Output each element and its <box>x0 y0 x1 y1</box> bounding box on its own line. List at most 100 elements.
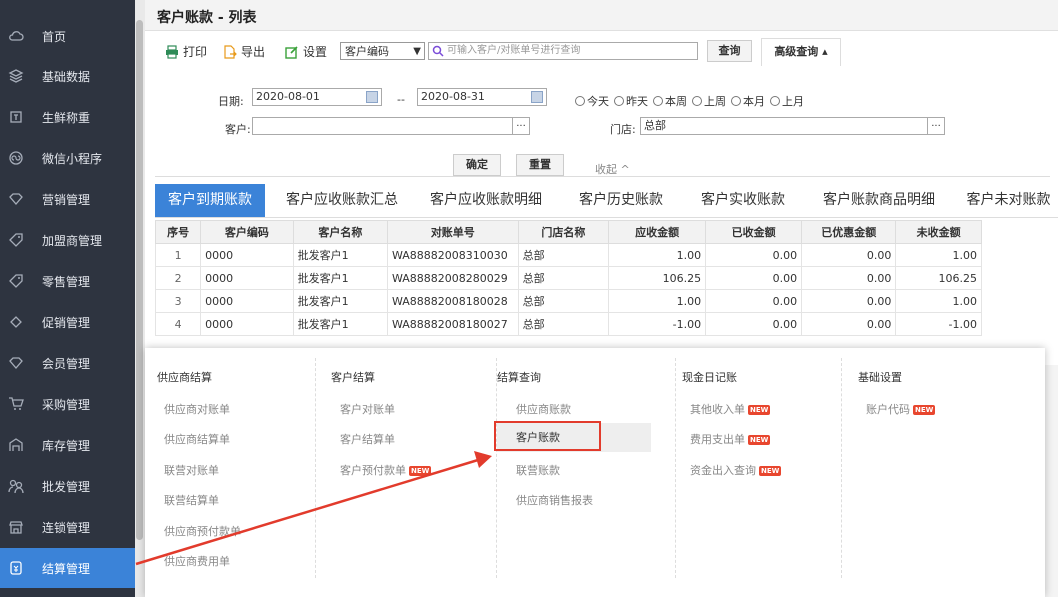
sidebar-item-retail[interactable]: 零售管理 <box>0 261 135 301</box>
radio-label: 本周 <box>665 95 687 108</box>
radio-circle <box>770 96 780 106</box>
cell-customer-code: 0000 <box>200 266 294 290</box>
sidebar-item-promotion[interactable]: 促销管理 <box>0 302 135 342</box>
menu-item-label: 资金出入查询 <box>690 464 756 477</box>
menu-item-supplier-prepayment[interactable]: 供应商预付款单 <box>164 523 241 539</box>
table-row[interactable]: 1 0000 批发客户1 WA88882008310030 总部 1.00 0.… <box>154 243 982 267</box>
calendar-icon[interactable] <box>366 91 378 103</box>
customer-input[interactable]: ... <box>252 117 530 135</box>
menu-item-supplier-accounts[interactable]: 供应商账款 <box>516 401 571 417</box>
tab-receivable-summary[interactable]: 客户应收账款汇总 <box>277 184 407 217</box>
menu-item-joint-accounts[interactable]: 联营账款 <box>516 462 560 478</box>
search-input[interactable]: 可输入客户/对账单号进行查询 <box>428 42 698 60</box>
query-button[interactable]: 查询 <box>707 40 752 62</box>
tab-receivable-detail[interactable]: 客户应收账款明细 <box>421 184 551 217</box>
menu-item-supplier-statement[interactable]: 供应商对账单 <box>164 401 230 417</box>
sidebar-item-inventory[interactable]: 库存管理 <box>0 425 135 465</box>
export-icon <box>224 44 237 59</box>
date-from-input[interactable]: 2020-08-01 <box>252 88 382 106</box>
cell-index: 3 <box>154 289 202 313</box>
radio-last-month[interactable]: 上月 <box>770 93 804 109</box>
cell-receivable: 106.25 <box>608 266 707 290</box>
cell-statement-no: WA88882008180027 <box>387 312 519 336</box>
menu-item-expense-bill[interactable]: 费用支出单 NEW <box>690 431 771 447</box>
radio-this-month[interactable]: 本月 <box>731 93 765 109</box>
advanced-query-button[interactable]: 高级查询 ▴ <box>761 38 841 66</box>
tab-unreconciled[interactable]: 客户未对账款 <box>959 184 1058 217</box>
new-badge: NEW <box>913 405 936 415</box>
tab-goods-detail[interactable]: 客户账款商品明细 <box>811 184 947 217</box>
menu-item-joint-settlement[interactable]: 联营结算单 <box>164 492 219 508</box>
confirm-button[interactable]: 确定 <box>453 154 501 176</box>
collapse-toggle[interactable]: 收起 ^ <box>595 161 630 177</box>
page-title: 客户账款 - 列表 <box>157 10 257 26</box>
table-row[interactable]: 2 0000 批发客户1 WA88882008280029 总部 106.25 … <box>154 266 982 290</box>
col-header[interactable]: 对账单号 <box>387 220 519 244</box>
radio-this-week[interactable]: 本周 <box>653 93 687 109</box>
settings-button[interactable]: 设置 <box>285 43 327 60</box>
col-header[interactable]: 客户编码 <box>200 220 294 244</box>
menu-item-supplier-sales-report[interactable]: 供应商销售报表 <box>516 492 593 508</box>
date-to-input[interactable]: 2020-08-31 <box>417 88 547 106</box>
sidebar-item-purchasing[interactable]: 采购管理 <box>0 384 135 424</box>
store-input[interactable]: 总部 ... <box>640 117 945 135</box>
cell-receivable: -1.00 <box>608 312 707 336</box>
search-field-select[interactable]: 客户编码 ▼ <box>340 42 425 60</box>
cell-received: 0.00 <box>705 312 803 336</box>
col-header[interactable]: 门店名称 <box>517 220 610 244</box>
menu-column-settlement-query: 结算查询 供应商账款 客户账款 联营账款 供应商销售报表 <box>497 348 675 588</box>
menu-item-other-income[interactable]: 其他收入单 NEW <box>690 401 771 417</box>
tab-customer-due[interactable]: 客户到期账款 <box>155 184 265 217</box>
col-header[interactable]: 未收金额 <box>895 220 982 244</box>
col-header[interactable]: 已收金额 <box>705 220 803 244</box>
sidebar-item-basic-data[interactable]: 基础数据 <box>0 56 135 96</box>
col-header[interactable]: 已优惠金额 <box>801 220 897 244</box>
radio-yesterday[interactable]: 昨天 <box>614 93 648 109</box>
menu-item-customer-prepayment[interactable]: 客户预付款单 NEW <box>340 462 432 478</box>
menu-item-supplier-expense[interactable]: 供应商费用单 <box>164 553 230 569</box>
col-header[interactable]: 客户名称 <box>292 220 389 244</box>
menu-item-joint-statement[interactable]: 联营对账单 <box>164 462 219 478</box>
tag-icon <box>8 273 24 289</box>
filter-panel: 日期: 2020-08-01 -- 2020-08-31 今天 昨天 本周 上周… <box>155 76 1050 177</box>
customer-picker-button[interactable]: ... <box>512 118 529 134</box>
sidebar-item-wechat-mini-program[interactable]: 微信小程序 <box>0 138 135 178</box>
col-header[interactable]: 序号 <box>154 220 202 244</box>
menu-item-customer-statement[interactable]: 客户对账单 <box>340 401 395 417</box>
cell-customer-code: 0000 <box>200 312 294 336</box>
radio-last-week[interactable]: 上周 <box>692 93 726 109</box>
menu-item-account-code[interactable]: 账户代码 NEW <box>866 401 936 417</box>
menu-item-supplier-settlement-bill[interactable]: 供应商结算单 <box>164 431 230 447</box>
print-button[interactable]: 打印 <box>165 43 207 60</box>
cell-customer-name: 批发客户1 <box>292 289 389 313</box>
store-picker-button[interactable]: ... <box>927 118 944 134</box>
reset-button[interactable]: 重置 <box>516 154 564 176</box>
table-row[interactable]: 3 0000 批发客户1 WA88882008180028 总部 1.00 0.… <box>154 289 982 313</box>
search-placeholder: 可输入客户/对账单号进行查询 <box>447 45 581 56</box>
sidebar-item-home[interactable]: 首页 <box>0 16 135 56</box>
sidebar-item-marketing[interactable]: 营销管理 <box>0 179 135 219</box>
menu-column-title: 基础设置 <box>858 371 902 384</box>
cart-icon <box>8 396 24 412</box>
cell-customer-name: 批发客户1 <box>292 243 389 267</box>
radio-today[interactable]: 今天 <box>575 93 609 109</box>
table-row[interactable]: 4 0000 批发客户1 WA88882008180027 总部 -1.00 0… <box>154 312 982 336</box>
tab-history[interactable]: 客户历史账款 <box>567 184 675 217</box>
sidebar-item-franchise[interactable]: 加盟商管理 <box>0 220 135 260</box>
sidebar-item-chain[interactable]: 连锁管理 <box>0 507 135 547</box>
tab-actual-received[interactable]: 客户实收账款 <box>689 184 797 217</box>
col-header[interactable]: 应收金额 <box>608 220 707 244</box>
sidebar-item-fresh-weighing[interactable]: 生鲜称重 <box>0 97 135 137</box>
sidebar-item-settlement[interactable]: 结算管理 <box>0 548 135 588</box>
menu-item-customer-settlement-bill[interactable]: 客户结算单 <box>340 431 395 447</box>
scrollbar-thumb[interactable] <box>136 20 143 540</box>
export-button[interactable]: 导出 <box>223 43 265 60</box>
accounts-table: 序号 客户编码 客户名称 对账单号 门店名称 应收金额 已收金额 已优惠金额 未… <box>154 220 982 336</box>
sidebar-item-member[interactable]: 会员管理 <box>0 343 135 383</box>
menu-item-fund-flow-query[interactable]: 资金出入查询 NEW <box>690 462 782 478</box>
sidebar-scrollbar[interactable] <box>135 0 145 597</box>
sidebar-item-wholesale[interactable]: 批发管理 <box>0 466 135 506</box>
cell-receivable: 1.00 <box>608 289 707 313</box>
calendar-icon[interactable] <box>531 91 543 103</box>
store-value: 总部 <box>644 119 666 132</box>
